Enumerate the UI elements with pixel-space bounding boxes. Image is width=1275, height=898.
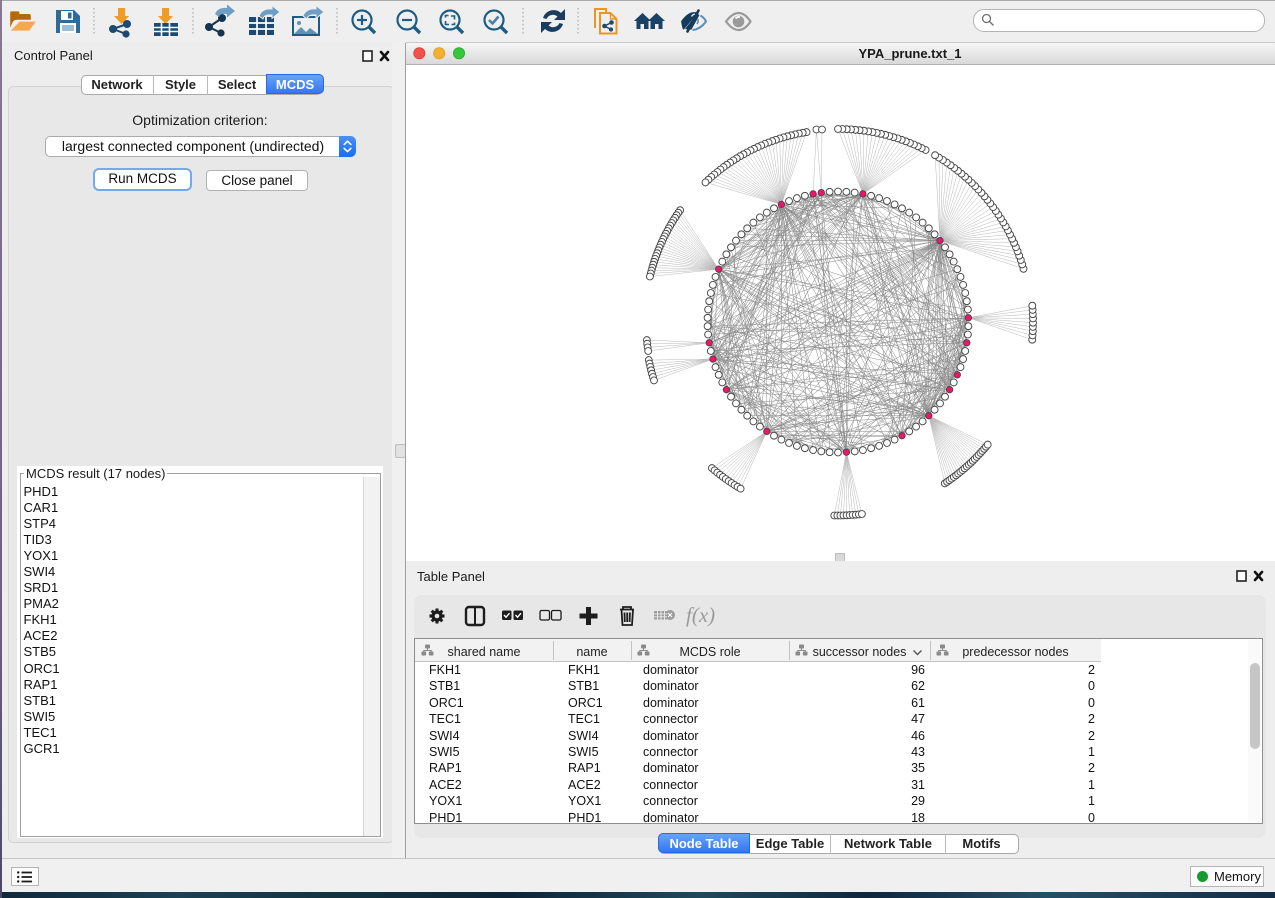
svg-text:f(x): f(x) [686,603,715,627]
